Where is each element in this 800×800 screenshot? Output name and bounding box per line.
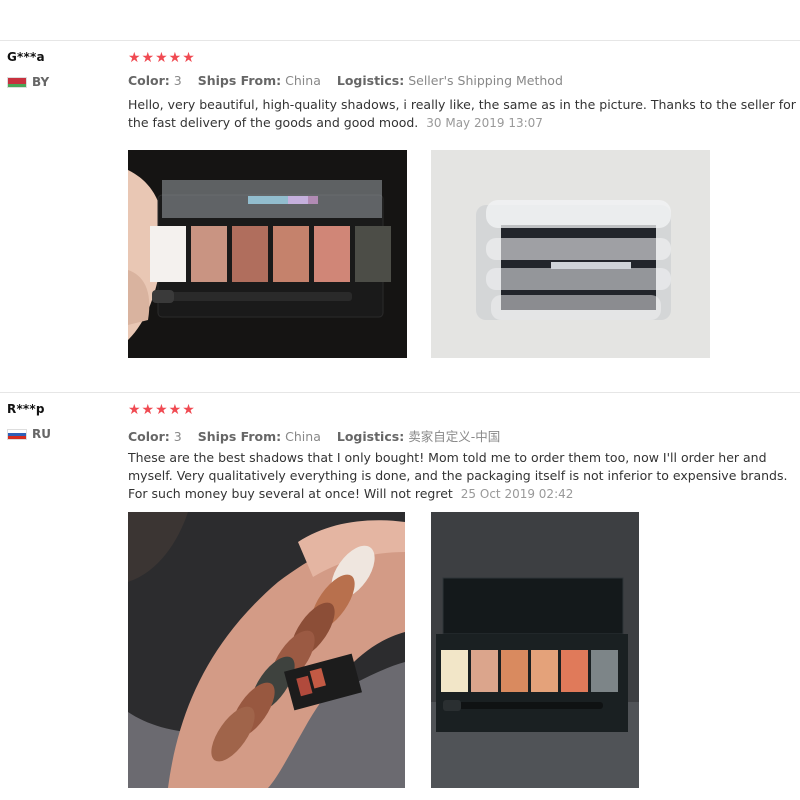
- color-value: 3: [173, 73, 182, 88]
- review-photo-swatches[interactable]: [128, 512, 405, 788]
- logistics-label: Logistics:: [336, 73, 405, 88]
- russia-flag-icon: [7, 428, 27, 440]
- color-value: 3: [173, 429, 182, 444]
- logistics-value: Seller's Shipping Method: [408, 73, 563, 88]
- review-divider: [0, 392, 800, 393]
- ships-from-value: China: [285, 73, 321, 88]
- reviewer-country: RU: [7, 427, 51, 441]
- logistics-value: 卖家自定义-中国: [408, 429, 501, 444]
- review-meta: Color: 3 Ships From: China Logistics: 卖家…: [128, 426, 512, 445]
- review-photo-palette[interactable]: [128, 150, 407, 358]
- review-date: 25 Oct 2019 02:42: [460, 487, 574, 501]
- reviewer-name: R***p: [7, 402, 45, 416]
- review-photo-packaging[interactable]: [431, 150, 710, 358]
- ships-from-label: Ships From:: [197, 429, 282, 444]
- review-photo-open-palette[interactable]: [431, 512, 639, 788]
- review-date: 30 May 2019 13:07: [426, 116, 543, 130]
- review-text: These are the best shadows that I only b…: [128, 449, 798, 503]
- ships-from-label: Ships From:: [197, 73, 282, 88]
- country-code: RU: [32, 427, 51, 441]
- reviewer-country: BY: [7, 75, 49, 89]
- reviewer-name: G***a: [7, 50, 45, 64]
- color-label: Color:: [128, 429, 170, 444]
- logistics-label: Logistics:: [336, 429, 405, 444]
- review-meta: Color: 3 Ships From: China Logistics: Se…: [128, 73, 575, 88]
- country-code: BY: [32, 75, 50, 89]
- palette-photo-image: [128, 150, 407, 358]
- packaging-photo-image: [431, 150, 710, 358]
- swatches-photo-image: [128, 512, 405, 788]
- open-palette-photo-image: [431, 512, 639, 788]
- ships-from-value: China: [285, 429, 321, 444]
- belarus-flag-icon: [7, 76, 27, 88]
- review-divider: [0, 40, 800, 41]
- star-rating: ★★★★★: [128, 50, 196, 66]
- color-label: Color:: [128, 73, 170, 88]
- review-body: These are the best shadows that I only b…: [128, 450, 788, 501]
- review-text: Hello, very beautiful, high-quality shad…: [128, 96, 798, 132]
- star-rating: ★★★★★: [128, 402, 196, 418]
